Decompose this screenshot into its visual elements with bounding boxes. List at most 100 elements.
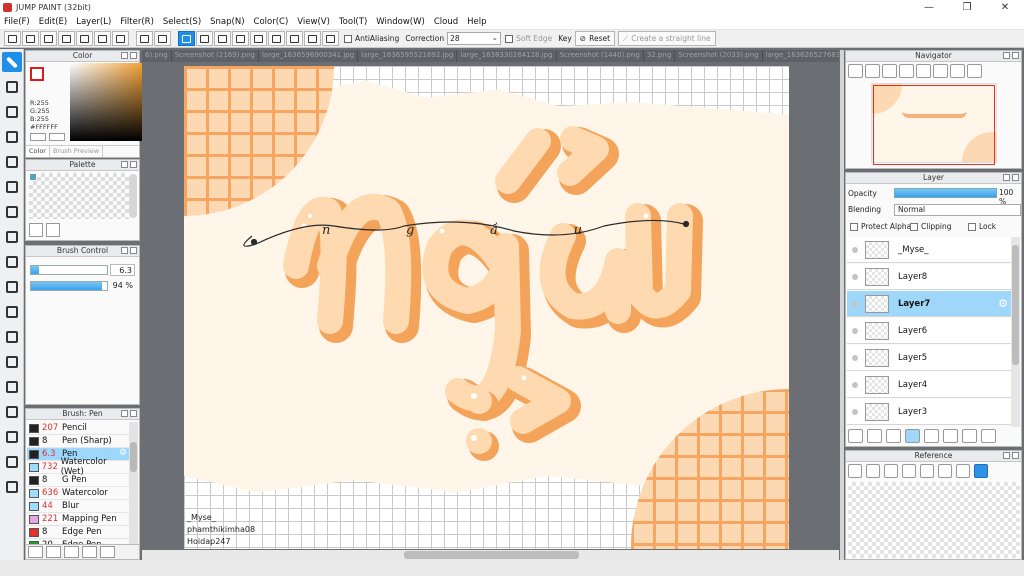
tab-brush-preview[interactable]: Brush Preview [50, 146, 104, 157]
layer-item[interactable]: _Myse_ [847, 237, 1012, 263]
canvas-horizontal-scrollbar[interactable] [142, 550, 839, 560]
rotate-left-icon[interactable] [916, 64, 931, 78]
add-brush-icon[interactable] [28, 546, 43, 558]
layer-item[interactable]: Layer8 [847, 264, 1012, 290]
gradient-tool-icon[interactable] [2, 227, 22, 247]
reference-close-icon[interactable] [884, 464, 898, 478]
select-rect-tool-icon[interactable] [2, 252, 22, 272]
delete-brush-icon[interactable] [100, 546, 115, 558]
foreground-color-swatch[interactable] [30, 67, 44, 81]
palette-add-icon[interactable] [29, 223, 43, 237]
layer-item[interactable]: Layer3 [847, 399, 1012, 425]
redo-icon[interactable] [154, 31, 171, 46]
rotate-right-icon[interactable] [950, 64, 965, 78]
reference-hand-icon[interactable] [974, 464, 988, 478]
menu-select[interactable]: Select(S) [159, 17, 206, 27]
brush-item[interactable]: 8 G Pen [27, 474, 129, 487]
panel-close-icon[interactable] [130, 52, 137, 59]
gear-icon[interactable]: ⚙ [998, 297, 1008, 310]
reference-cloud-icon[interactable] [848, 464, 862, 478]
brush-opacity-slider[interactable] [30, 281, 108, 291]
panel-close-icon[interactable] [1012, 174, 1019, 181]
layer-visibility-icon[interactable] [852, 327, 858, 334]
cloud-icon[interactable] [4, 31, 21, 46]
pen-tool-icon[interactable] [2, 52, 22, 72]
brush-item[interactable]: 8 Edge Pen [27, 526, 129, 539]
panel-float-icon[interactable] [1003, 174, 1010, 181]
document-tab[interactable]: large_1636265276839.jpg [763, 50, 839, 62]
document-tab[interactable]: Screenshot (2033).png [675, 50, 763, 62]
panel-close-icon[interactable] [1012, 52, 1019, 59]
zoom-in-icon[interactable] [865, 64, 880, 78]
menu-tool[interactable]: Tool(T) [335, 17, 372, 27]
brush-size-value[interactable]: 6.3 [110, 264, 135, 276]
palette-delete-icon[interactable] [46, 223, 60, 237]
text-tool-icon[interactable] [2, 377, 22, 397]
reference-zoom-out-icon[interactable] [938, 464, 952, 478]
hand-tool-icon[interactable] [2, 477, 22, 497]
select-pen-tool-icon[interactable] [2, 327, 22, 347]
layer-visibility-icon[interactable] [852, 300, 858, 307]
brush-menu-icon[interactable] [46, 546, 61, 558]
panel-close-icon[interactable] [130, 161, 137, 168]
snap-circle-icon[interactable] [268, 31, 285, 46]
document-tab[interactable]: Screenshot (2169).png [172, 50, 259, 62]
export-icon[interactable] [22, 31, 39, 46]
snap-parallel-icon[interactable] [196, 31, 213, 46]
color-mode-button[interactable] [30, 133, 46, 141]
menu-help[interactable]: Help [463, 17, 491, 27]
layer-visibility-icon[interactable] [852, 273, 858, 280]
panel-splitter[interactable] [840, 50, 844, 560]
canvas-area[interactable]: n g ầ u _Myse_ phamthikimha08 Hoidap247 [142, 62, 839, 550]
brush-list-scrollbar[interactable] [129, 422, 138, 547]
snap-cross-icon[interactable] [214, 31, 231, 46]
blending-select[interactable]: Normal [894, 204, 1021, 216]
line-tool-icon[interactable] [2, 127, 22, 147]
merge-layer-icon[interactable] [962, 429, 977, 443]
snap-off-icon[interactable] [178, 31, 195, 46]
zoom-actual-icon[interactable] [882, 64, 897, 78]
layer-item[interactable]: Layer5 [847, 345, 1012, 371]
protect-alpha-checkbox[interactable] [850, 223, 858, 231]
antialiasing-checkbox[interactable] [344, 34, 352, 43]
duplicate-layer-icon[interactable] [943, 429, 958, 443]
brush-folder-icon[interactable] [82, 546, 97, 558]
layer-item[interactable]: Layer7 ⚙ [847, 291, 1012, 317]
layer-visibility-icon[interactable] [852, 246, 858, 253]
reference-view[interactable] [848, 482, 1020, 558]
brush-item[interactable]: 8 Pen (Sharp) [27, 435, 129, 448]
document-tab[interactable]: Screenshot (1440).png [557, 50, 644, 62]
soft-edge-checkbox[interactable] [505, 34, 514, 43]
document-tab[interactable]: 6).png [142, 50, 172, 62]
move-tool-icon[interactable] [2, 152, 22, 172]
minimize-button[interactable]: — [910, 0, 948, 15]
page-icon[interactable] [76, 31, 93, 46]
lasso-tool-icon[interactable] [2, 277, 22, 297]
grid-icon[interactable] [112, 31, 129, 46]
panel-float-icon[interactable] [121, 52, 128, 59]
correction-select[interactable]: 28 [447, 32, 502, 45]
saturation-value-picker[interactable] [70, 63, 149, 141]
rotate-reset-icon[interactable] [933, 64, 948, 78]
palette-color-chip[interactable] [29, 173, 37, 181]
clipping-checkbox[interactable] [910, 223, 918, 231]
zoom-fit-icon[interactable] [848, 64, 863, 78]
panel-float-icon[interactable] [121, 247, 128, 254]
panel-close-icon[interactable] [130, 247, 137, 254]
panel-float-icon[interactable] [121, 410, 128, 417]
document-tab[interactable]: large_1638330284128.jpg [457, 50, 557, 62]
brush-item[interactable]: 221 Mapping Pen [27, 513, 129, 526]
rectangle-tool-icon[interactable] [2, 102, 22, 122]
snap-settings-icon[interactable] [322, 31, 339, 46]
menu-edit[interactable]: Edit(E) [35, 17, 72, 27]
zoom-out-icon[interactable] [899, 64, 914, 78]
brush-size-slider[interactable] [30, 265, 108, 275]
layer-visibility-icon[interactable] [852, 354, 858, 361]
divide-tool-icon[interactable] [2, 427, 22, 447]
select-eraser-tool-icon[interactable] [2, 352, 22, 372]
reset-button[interactable]: ⊘ Reset [574, 31, 616, 46]
layer-opacity-slider[interactable] [894, 188, 997, 198]
bucket-tool-icon[interactable] [2, 202, 22, 222]
new-layer-8bit-icon[interactable] [867, 429, 882, 443]
layer-item[interactable]: Layer6 [847, 318, 1012, 344]
